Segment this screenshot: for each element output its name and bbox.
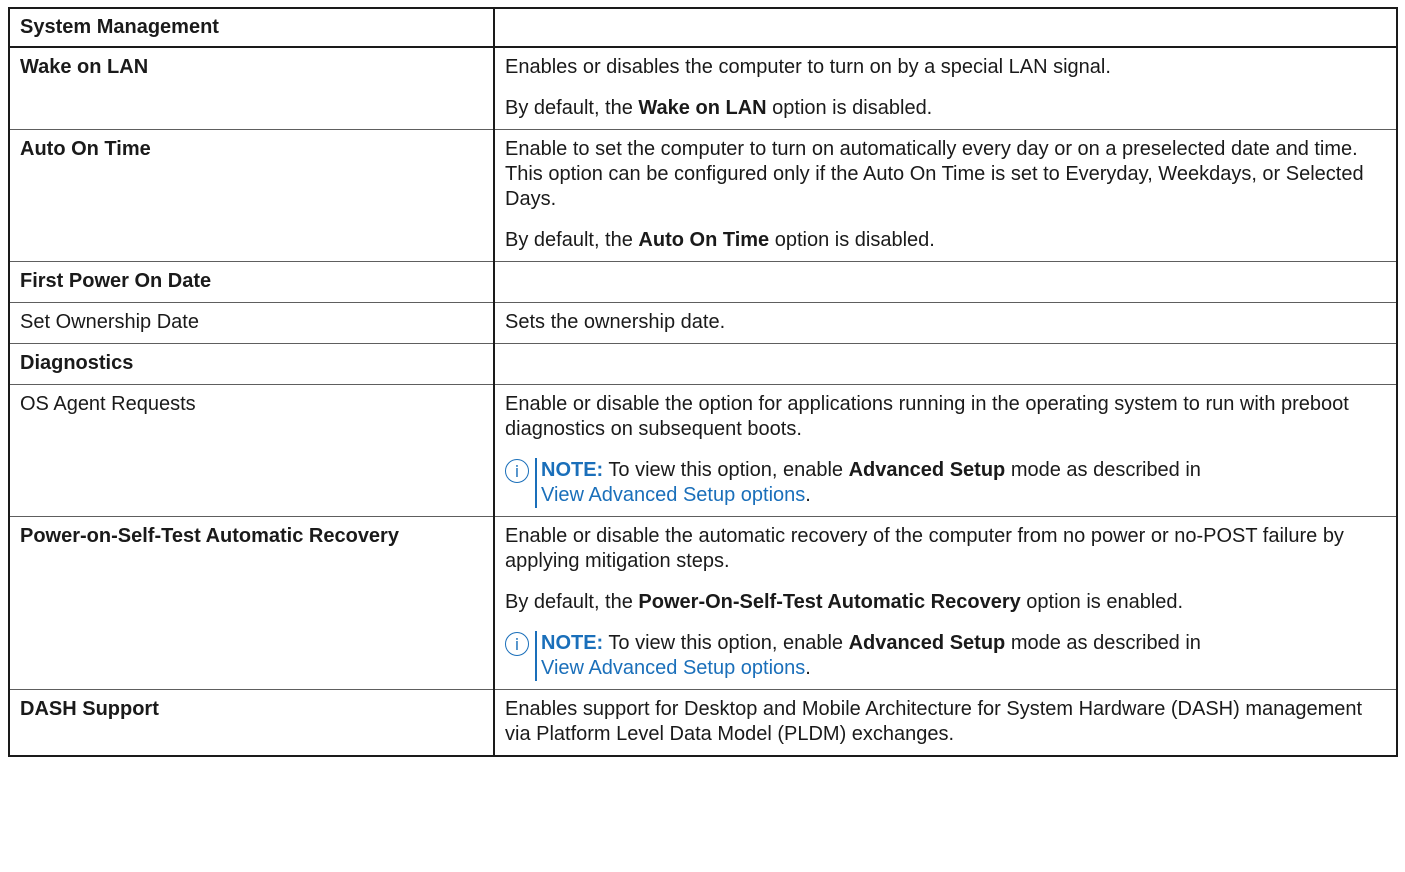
section-description — [493, 261, 1398, 303]
default-prefix: By default, the — [505, 229, 639, 251]
option-description: Enable to set the computer to turn on au… — [493, 129, 1398, 262]
table-row-first-power-on-date: First Power On Date — [8, 261, 1398, 303]
option-name: Wake on LAN — [8, 47, 495, 130]
note-middle: mode as described in — [1005, 632, 1201, 654]
table-row-auto-on-time: Auto On Time Enable to set the computer … — [8, 129, 1398, 262]
table-header-row: System Management — [8, 9, 1398, 48]
header-option-cell: System Management — [8, 9, 495, 48]
option-name: Power-on-Self-Test Automatic Recovery — [8, 516, 495, 690]
default-prefix: By default, the — [505, 591, 639, 613]
table-row-diagnostics: Diagnostics — [8, 343, 1398, 385]
table-row-set-ownership-date: Set Ownership Date Sets the ownership da… — [8, 302, 1398, 344]
option-description: Enable or disable the automatic recovery… — [493, 516, 1398, 690]
note-prefix: To view this option, enable — [603, 632, 849, 654]
default-option-name: Auto On Time — [638, 229, 770, 251]
default-text: By default, the Power-On-Self-Test Autom… — [505, 590, 1392, 615]
option-name: OS Agent Requests — [8, 384, 495, 517]
info-icon: i — [505, 632, 529, 656]
description-text: Enable or disable the automatic recovery… — [505, 525, 1344, 572]
advanced-setup-link[interactable]: View Advanced Setup options — [541, 657, 805, 679]
section-description — [493, 343, 1398, 385]
note-emphasis: Advanced Setup — [848, 632, 1006, 654]
description-text: Enables or disables the computer to turn… — [505, 56, 1111, 78]
info-icon: i — [505, 459, 529, 483]
note-label: NOTE: — [541, 632, 604, 654]
note-emphasis: Advanced Setup — [848, 459, 1006, 481]
note-block: i NOTE: To view this option, enable Adva… — [505, 631, 1392, 681]
default-prefix: By default, the — [505, 97, 639, 119]
note-text: NOTE: To view this option, enable Advanc… — [535, 631, 1201, 681]
default-text: By default, the Auto On Time option is d… — [505, 228, 1392, 253]
option-name: Set Ownership Date — [8, 302, 495, 344]
option-description: Sets the ownership date. — [493, 302, 1398, 344]
header-description-cell — [493, 9, 1398, 48]
description-text: Enable to set the computer to turn on au… — [505, 138, 1364, 210]
section-name: Diagnostics — [8, 343, 495, 385]
note-label: NOTE: — [541, 459, 604, 481]
table-row-post-automatic-recovery: Power-on-Self-Test Automatic Recovery En… — [8, 516, 1398, 690]
description-text: Enable or disable the option for applica… — [505, 393, 1349, 440]
default-text: By default, the Wake on LAN option is di… — [505, 96, 1392, 121]
default-suffix: option is enabled. — [1020, 591, 1184, 613]
note-prefix: To view this option, enable — [603, 459, 849, 481]
note-end: . — [805, 657, 811, 679]
option-name: DASH Support — [8, 689, 495, 757]
table-row-dash-support: DASH Support Enables support for Desktop… — [8, 689, 1398, 757]
section-name: First Power On Date — [8, 261, 495, 303]
option-description: Enables support for Desktop and Mobile A… — [493, 689, 1398, 757]
settings-table-container: System Management Wake on LAN Enables or… — [8, 7, 1398, 757]
table-row-os-agent-requests: OS Agent Requests Enable or disable the … — [8, 384, 1398, 517]
table-row-wake-on-lan: Wake on LAN Enables or disables the comp… — [8, 47, 1398, 130]
default-suffix: option is disabled. — [769, 229, 935, 251]
default-suffix: option is disabled. — [766, 97, 933, 119]
note-end: . — [805, 484, 811, 506]
note-middle: mode as described in — [1005, 459, 1201, 481]
option-name: Auto On Time — [8, 129, 495, 262]
advanced-setup-link[interactable]: View Advanced Setup options — [541, 484, 805, 506]
note-block: i NOTE: To view this option, enable Adva… — [505, 458, 1392, 508]
option-description: Enable or disable the option for applica… — [493, 384, 1398, 517]
default-option-name: Power-On-Self-Test Automatic Recovery — [638, 591, 1021, 613]
option-description: Enables or disables the computer to turn… — [493, 47, 1398, 130]
default-option-name: Wake on LAN — [638, 97, 767, 119]
system-management-table: System Management Wake on LAN Enables or… — [8, 9, 1398, 757]
note-text: NOTE: To view this option, enable Advanc… — [535, 458, 1201, 508]
